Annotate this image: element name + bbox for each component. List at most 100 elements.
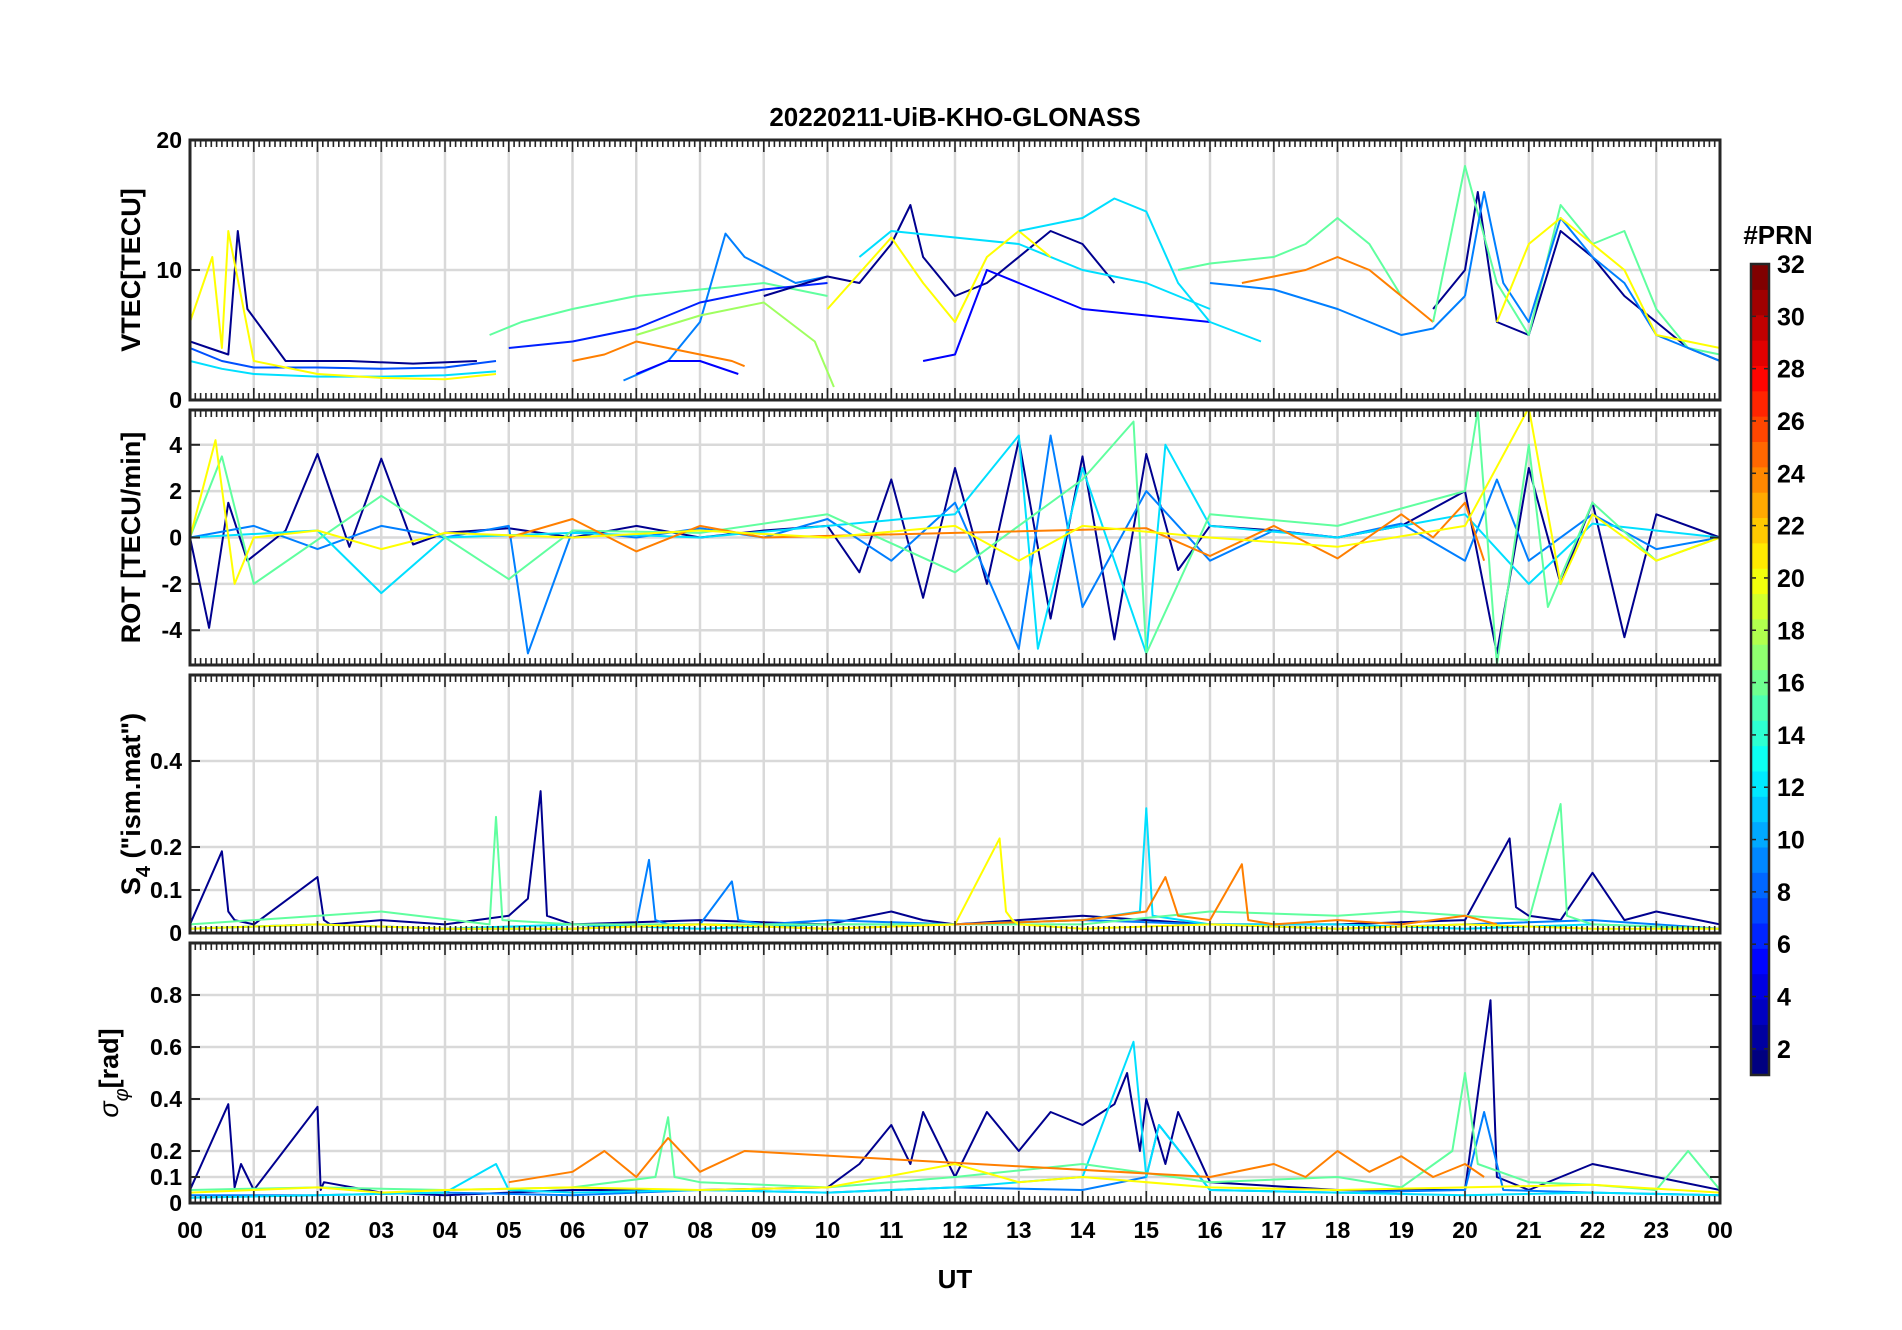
y-axis-label-rest: [rad] [94, 1028, 124, 1088]
x-tick-label: 15 [1133, 1217, 1159, 1243]
colorbar-swatch [1751, 796, 1769, 823]
x-tick-label: 09 [751, 1217, 777, 1243]
colorbar-tick-label: 26 [1777, 408, 1805, 436]
y-axis-label: VTEC[TECU] [116, 188, 146, 352]
y-tick-label: 0.2 [150, 1138, 182, 1164]
colorbar-tick-label: 2 [1777, 1036, 1791, 1064]
y-axis-label: ROT [TECU/min] [116, 432, 146, 643]
panel-rot: -4 -2 0 2 4 ROT [TECU/min] [116, 408, 1722, 667]
colorbar-swatch [1751, 872, 1769, 899]
x-tick-label: 08 [687, 1217, 713, 1243]
y-tick-label: 10 [156, 257, 182, 283]
colorbar-swatch [1751, 542, 1769, 569]
colorbar-swatch [1751, 492, 1769, 519]
colorbar-tick-label: 18 [1777, 617, 1805, 645]
x-tick-label: 10 [815, 1217, 841, 1243]
y-axis-label-rest: ("ism.mat") [116, 713, 146, 866]
series-line [190, 347, 497, 370]
colorbar-tick-label: 12 [1777, 774, 1805, 802]
panel-sigma: 00.10.2 0.4 0.6 0.8 σφ[rad] [94, 941, 1722, 1216]
panel-s4: 0 0.1 0.2 0.4S4 ("ism.mat") [116, 673, 1722, 946]
colorbar-swatch [1751, 821, 1769, 848]
colorbar-tick-label: 4 [1777, 984, 1791, 1012]
colorbar-swatch [1751, 973, 1769, 1000]
x-tick-label: 19 [1388, 1217, 1414, 1243]
x-tick-label: 03 [368, 1217, 394, 1243]
x-tick-label: 22 [1580, 1217, 1606, 1243]
x-tick-label: 00 [1707, 1217, 1733, 1243]
y-tick-label: 0.4 [150, 748, 182, 774]
y-tick-label: 0.1 [150, 1164, 182, 1190]
y-axis-label-main: σ [94, 1100, 124, 1118]
y-axis-label: σφ[rad] [94, 1028, 133, 1117]
y-tick-label: -2 [162, 571, 182, 597]
y-axis-label-main: S [116, 877, 146, 895]
colorbar-tick-label: 30 [1777, 303, 1805, 331]
colorbar-swatch [1751, 694, 1769, 721]
colorbar: 2468101214161820222426283032 [1749, 251, 1805, 1077]
colorbar-swatch [1751, 390, 1769, 417]
colorbar-tick-label: 8 [1777, 879, 1791, 907]
x-tick-label: 21 [1516, 1217, 1542, 1243]
x-tick-label: 00 [177, 1217, 203, 1243]
x-tick-label: 02 [305, 1217, 331, 1243]
colorbar-swatch [1751, 314, 1769, 341]
y-tick-label: 0.6 [150, 1034, 182, 1060]
series-line [922, 269, 1211, 362]
series-line [1432, 165, 1720, 356]
x-tick-label: 16 [1197, 1217, 1223, 1243]
x-tick-label: 17 [1261, 1217, 1287, 1243]
colorbar-swatch [1751, 517, 1769, 544]
colorbar-swatch [1751, 340, 1769, 366]
y-tick-label: 0.2 [150, 834, 182, 860]
y-tick-label: 0 [169, 387, 182, 413]
x-tick-label: 05 [496, 1217, 522, 1243]
y-axis-label: S4 ("ism.mat") [116, 713, 155, 895]
x-tick-label: 23 [1643, 1217, 1669, 1243]
y-axis-label-sub: φ [111, 1088, 133, 1101]
colorbar-label: #PRN [1743, 220, 1812, 250]
colorbar-swatch [1751, 720, 1769, 747]
series-line [1177, 217, 1403, 297]
x-tick-label: 04 [432, 1217, 458, 1243]
colorbar-swatch [1751, 441, 1769, 468]
x-tick-label: 20 [1452, 1217, 1478, 1243]
colorbar-swatch [1751, 593, 1769, 620]
colorbar-swatch [1751, 770, 1769, 797]
colorbar-swatch [1751, 922, 1769, 949]
y-tick-label: 4 [169, 432, 182, 458]
colorbar-swatch [1751, 948, 1769, 975]
y-tick-label: -4 [162, 617, 183, 643]
colorbar-swatch [1751, 618, 1769, 645]
x-tick-label: 07 [623, 1217, 649, 1243]
y-tick-label: 0.1 [150, 877, 182, 903]
colorbar-tick-label: 16 [1777, 670, 1805, 698]
colorbar-swatch [1751, 466, 1769, 493]
panel-vtec: 0 10 20 VTEC[TECU] [116, 127, 1722, 413]
colorbar-swatch [1751, 289, 1769, 316]
colorbar-swatch [1751, 897, 1769, 924]
x-tick-label: 18 [1325, 1217, 1351, 1243]
y-tick-label: 0 [169, 920, 182, 946]
colorbar-swatch [1751, 745, 1769, 772]
colorbar-tick-label: 24 [1777, 460, 1805, 488]
colorbar-swatch [1751, 1049, 1769, 1076]
colorbar-swatch [1751, 846, 1769, 873]
colorbar-swatch [1751, 1024, 1769, 1051]
y-tick-label: 0.4 [150, 1086, 182, 1112]
colorbar-swatch [1751, 264, 1769, 290]
figure-canvas: 20220211-UiB-KHO-GLONASS 01020VTEC[TECU]… [94, 102, 1813, 1294]
x-tick-label: 14 [1070, 1217, 1096, 1243]
series-line [572, 340, 745, 368]
y-tick-label: 0 [169, 1190, 182, 1216]
colorbar-tick-label: 28 [1777, 356, 1805, 384]
y-tick-label: 0.8 [150, 982, 182, 1008]
x-tick-label: 12 [942, 1217, 968, 1243]
colorbar-tick-label: 14 [1777, 722, 1805, 750]
colorbar-tick-label: 6 [1777, 931, 1791, 959]
colorbar-swatch [1751, 644, 1769, 671]
x-tick-label: 06 [560, 1217, 586, 1243]
x-tick-label: 13 [1006, 1217, 1032, 1243]
colorbar-swatch [1751, 416, 1769, 442]
x-axis-label: UT [938, 1264, 973, 1294]
